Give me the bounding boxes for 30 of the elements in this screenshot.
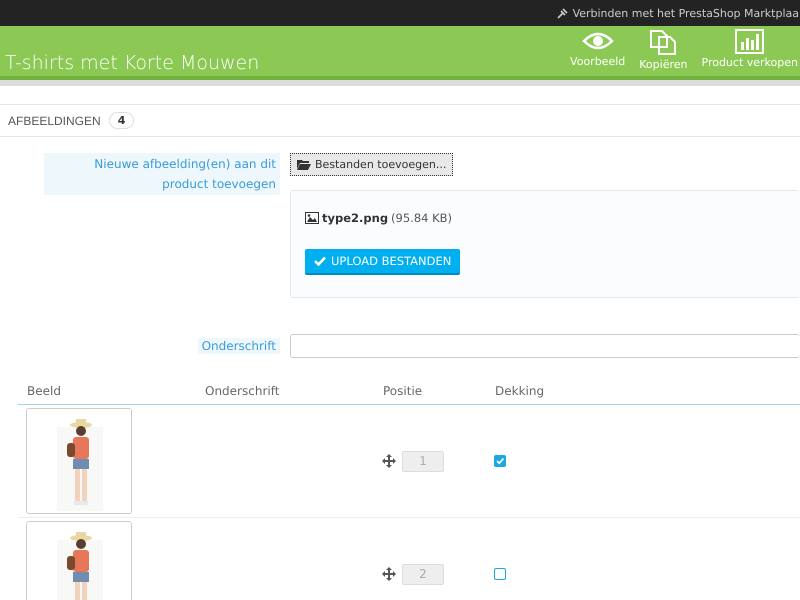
folder-icon (297, 159, 311, 170)
field-label: Onderschrift (198, 338, 280, 354)
cover-checkbox[interactable] (494, 568, 506, 580)
column-header: Beeld (18, 378, 196, 404)
eye-action-button[interactable]: Voorbeeld (570, 29, 626, 71)
file-name: type2.png (322, 211, 388, 225)
column-header: Dekking (486, 378, 800, 404)
copy-action-button[interactable]: Kopiëren (639, 29, 688, 71)
position-field[interactable]: 1 (402, 450, 444, 472)
position-field[interactable]: 2 (402, 564, 444, 584)
move-icon (382, 454, 396, 468)
column-header: Onderschrift (196, 378, 374, 404)
caption-field[interactable] (290, 334, 800, 358)
count-badge: 4 (108, 112, 134, 129)
copy-icon (649, 29, 678, 56)
chart-action-button[interactable]: Product verkopen (702, 29, 798, 71)
upload-button[interactable]: UPLOAD BESTANDEN (305, 249, 460, 275)
plug-icon (556, 6, 570, 20)
move-icon (382, 567, 396, 581)
section-heading: AFBEELDINGEN (8, 114, 101, 128)
cover-checkbox[interactable] (494, 455, 506, 467)
marketplace-link[interactable]: Verbinden met het PrestaShop Marktplaa (556, 6, 799, 20)
field-label: Nieuwe afbeelding(en) aan dit product toevoegen (44, 153, 280, 195)
chart-icon (735, 29, 764, 54)
image-icon (305, 212, 319, 224)
add-files-button[interactable]: Bestanden toevoegen... (290, 153, 454, 176)
check-icon (314, 256, 326, 266)
file-size: (95.84 KB) (391, 211, 452, 225)
page-title: T-shirts met Korte Mouwen (4, 52, 260, 76)
column-header: Positie (374, 378, 486, 404)
